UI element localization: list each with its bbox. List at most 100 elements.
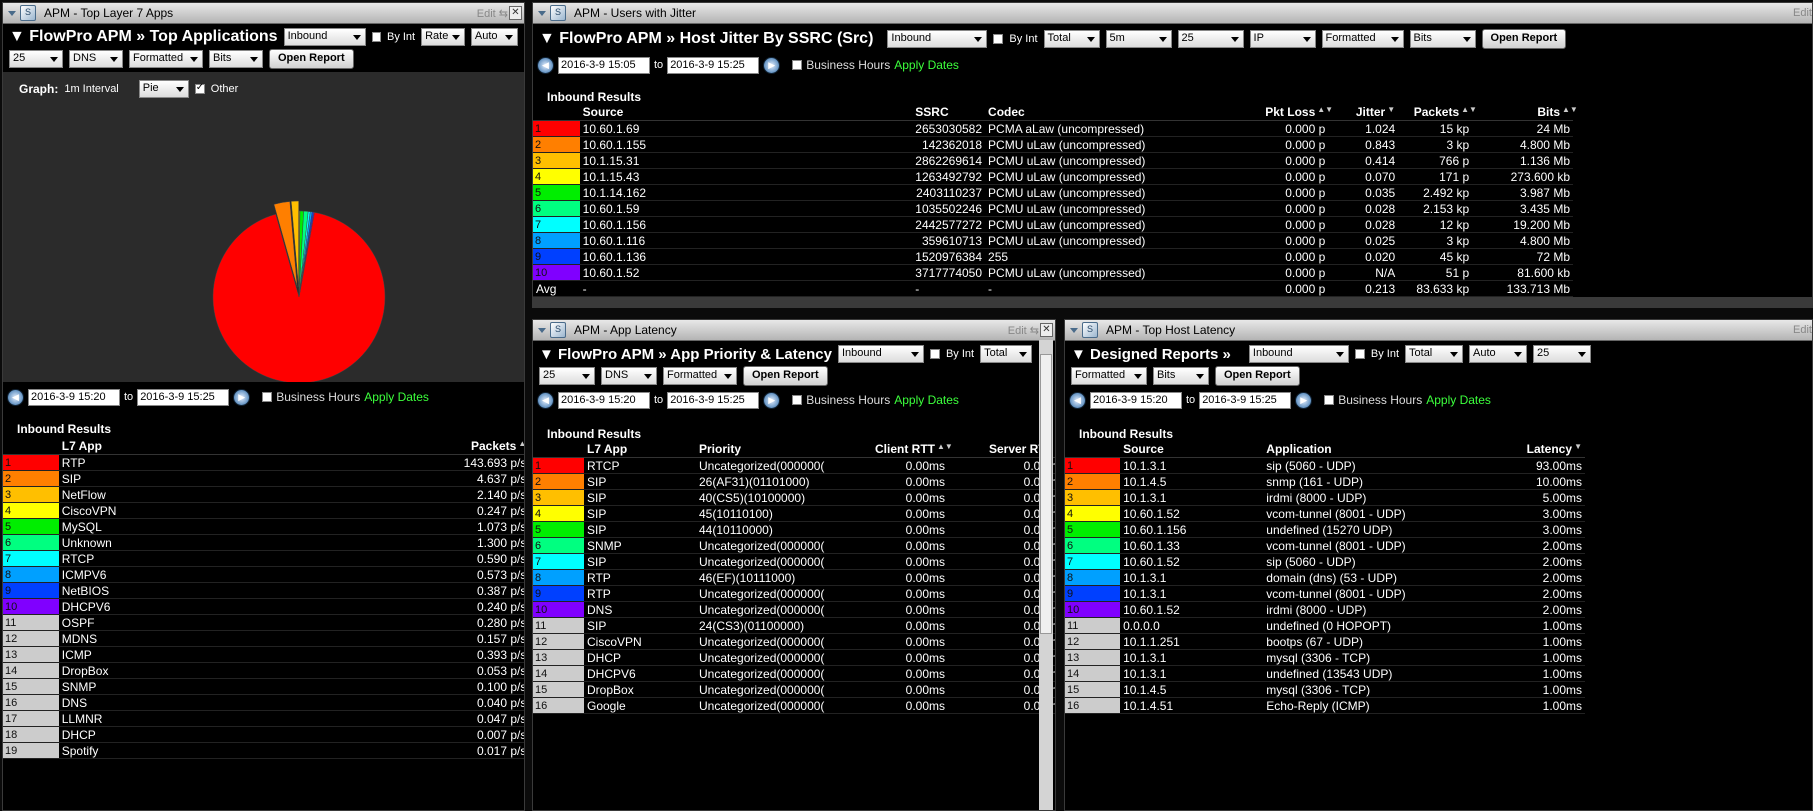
- scrollbar-thumb[interactable]: [1040, 354, 1052, 634]
- dns-select[interactable]: DNS: [69, 50, 123, 68]
- auto-select[interactable]: Auto: [470, 28, 518, 46]
- business-hours-checkbox[interactable]: [1324, 395, 1335, 405]
- collapse-icon[interactable]: [8, 10, 16, 16]
- table-row[interactable]: 19Spotify0.017 p/s2: [3, 742, 524, 759]
- format-select[interactable]: Formatted: [1071, 367, 1147, 385]
- horizontal-scrollbar[interactable]: [533, 297, 1812, 307]
- apply-dates-link[interactable]: Apply Dates: [894, 58, 959, 72]
- date-from-input[interactable]: 2016-3-9 15:20: [28, 388, 120, 406]
- col-pkt-loss[interactable]: Pkt Loss ▲▼: [1245, 104, 1333, 121]
- page-title[interactable]: ▼ FlowPro APM » Host Jitter By SSRC (Src…: [539, 30, 873, 48]
- table-row[interactable]: 9 10.60.1.136 1520976384 255 0.000 p 0.020 45 …: [533, 248, 1573, 265]
- table-row[interactable]: 7 10.60.1.156 2442577272 PCMU uLaw (uncompr…: [533, 216, 1573, 233]
- direction-select[interactable]: Inbound: [1248, 345, 1349, 363]
- total-select[interactable]: Total: [980, 345, 1033, 363]
- table-row[interactable]: 4 10.1.15.43 1263492792 PCMU uLaw (uncompre…: [533, 168, 1573, 185]
- table-row[interactable]: 8RTP46(EF)(10111000)0.00ms0.00ms: [533, 569, 1055, 586]
- table-row[interactable]: 4 10.60.1.52 vcom-tunnel (8001 - UDP) 3.00m…: [1065, 505, 1585, 522]
- sort-desc-icon[interactable]: ▼: [1574, 443, 1582, 454]
- col-jitter[interactable]: Jitter ▼: [1328, 104, 1399, 121]
- table-row[interactable]: 2SIP4.637 p/s2: [3, 470, 524, 487]
- col-l7-app[interactable]: L7 App: [58, 438, 400, 455]
- table-row[interactable]: 10 10.60.1.52 irdmi (8000 - UDP) 2.00ms: [1065, 601, 1585, 618]
- col-ssrc[interactable]: SSRC: [912, 104, 986, 121]
- open-report-button[interactable]: Open Report: [1215, 366, 1300, 386]
- col-source[interactable]: Source: [579, 104, 913, 121]
- sort-desc-icon[interactable]: ▼: [1387, 106, 1395, 117]
- date-from-input[interactable]: 2016-3-9 15:05: [558, 56, 650, 74]
- sort-icon[interactable]: ▲▼: [1055, 445, 1056, 454]
- apply-dates-link[interactable]: Apply Dates: [364, 390, 429, 404]
- table-row[interactable]: 8 10.1.3.1 domain (dns) (53 - UDP) 2.00ms: [1065, 569, 1585, 586]
- table-row[interactable]: 7RTCP0.590 p/s44: [3, 550, 524, 567]
- format-select[interactable]: Formatted: [663, 367, 737, 385]
- table-row[interactable]: 3SIP40(CS5)(10100000)0.00ms0.00ms: [533, 489, 1055, 506]
- col-l7-app[interactable]: L7 App: [584, 441, 696, 458]
- table-row[interactable]: 14 10.1.3.1 undefined (13543 UDP) 1.00ms: [1065, 665, 1585, 682]
- by-int-checkbox[interactable]: [372, 32, 381, 42]
- table-row[interactable]: 3 10.1.3.1 irdmi (8000 - UDP) 5.00ms: [1065, 489, 1585, 506]
- close-icon[interactable]: ✕: [509, 6, 522, 20]
- collapse-icon[interactable]: [538, 327, 546, 333]
- total-select[interactable]: Total: [1043, 30, 1100, 48]
- collapse-icon[interactable]: [538, 10, 546, 16]
- prev-period-icon[interactable]: ◀: [1069, 391, 1086, 409]
- col-application[interactable]: Application: [1263, 441, 1469, 458]
- date-to-input[interactable]: 2016-3-9 15:25: [1199, 391, 1292, 409]
- col-codec[interactable]: Codec: [985, 104, 1246, 121]
- business-hours-checkbox[interactable]: [792, 60, 803, 70]
- table-row[interactable]: 12CiscoVPNUncategorized(000000(0.00ms0.0…: [533, 633, 1055, 650]
- open-report-button[interactable]: Open Report: [1481, 29, 1567, 49]
- page-title[interactable]: ▼ Designed Reports »: [1071, 346, 1231, 363]
- table-row[interactable]: 3NetFlow2.140 p/s1(: [3, 486, 524, 503]
- sort-icon[interactable]: ▲▼: [937, 443, 953, 454]
- edit-link[interactable]: Edit ⇆: [1008, 324, 1039, 337]
- units-select[interactable]: Bits: [1153, 367, 1209, 385]
- col-source[interactable]: Source: [1120, 441, 1264, 458]
- table-row[interactable]: 11SIP24(CS3)(01100000)0.00ms0.00ms: [533, 617, 1055, 634]
- ip-select[interactable]: IP: [1249, 30, 1316, 48]
- count-select[interactable]: 25: [9, 50, 63, 68]
- edit-link[interactable]: Edit: [1793, 7, 1812, 19]
- table-row[interactable]: 14DropBox0.053 p/s5: [3, 662, 524, 679]
- table-row[interactable]: 11 0.0.0.0 undefined (0 HOPOPT) 1.00ms: [1065, 617, 1585, 634]
- sort-icon[interactable]: ▲▼: [1317, 106, 1333, 117]
- date-from-input[interactable]: 2016-3-9 15:20: [1090, 391, 1182, 409]
- table-row[interactable]: 1 10.60.1.69 2653030582 PCMA aLaw (uncompre…: [533, 120, 1573, 137]
- table-row[interactable]: 6 10.60.1.59 1035502246 PCMU uLaw (uncompre…: [533, 200, 1573, 217]
- table-row[interactable]: 13 10.1.3.1 mysql (3306 - TCP) 1.00ms: [1065, 649, 1585, 666]
- by-int-checkbox[interactable]: [993, 34, 1004, 44]
- col-packets[interactable]: Packets▲▼: [400, 438, 524, 455]
- table-row[interactable]: 15 10.1.4.5 mysql (3306 - TCP) 1.00ms: [1065, 681, 1585, 698]
- time-select[interactable]: 5m: [1105, 30, 1172, 48]
- col-client-rtt[interactable]: Client RTT ▲▼: [842, 441, 953, 458]
- sort-icon[interactable]: ▲▼: [1562, 106, 1578, 117]
- table-row[interactable]: 7 10.60.1.52 sip (5060 - UDP) 2.00ms: [1065, 553, 1585, 570]
- table-row[interactable]: 4SIP45(10110100)0.00ms0.00ms: [533, 505, 1055, 522]
- next-period-icon[interactable]: ▶: [1295, 391, 1313, 409]
- window-titlebar[interactable]: S APM - Users with Jitter Edit: [533, 3, 1812, 24]
- table-row[interactable]: 13ICMP0.393 p/s9: [3, 646, 524, 663]
- prev-period-icon[interactable]: ◀: [7, 388, 24, 406]
- col-packets[interactable]: Packets▲▼: [1398, 104, 1477, 121]
- table-row[interactable]: 10 10.60.1.52 3717774050 PCMU uLaw (uncompr…: [533, 264, 1573, 281]
- page-title[interactable]: ▼ FlowPro APM » Top Applications: [9, 28, 278, 46]
- table-row[interactable]: 3 10.1.15.31 2862269614 PCMU uLaw (uncompre…: [533, 152, 1573, 169]
- table-row[interactable]: 4CiscoVPN0.247 p/s1: [3, 502, 524, 519]
- table-row[interactable]: 13DHCPUncategorized(000000(0.00ms0.00ms: [533, 649, 1055, 666]
- table-row[interactable]: 16DNS0.040 p/s2: [3, 694, 524, 711]
- table-row[interactable]: 8ICMPV60.573 p/s33: [3, 566, 524, 583]
- table-row[interactable]: 10DHCPV60.240 p/s2(: [3, 598, 524, 615]
- direction-select[interactable]: Inbound: [283, 28, 367, 46]
- count-select[interactable]: 25: [539, 367, 595, 385]
- table-row[interactable]: 17LLMNR0.047 p/s2: [3, 710, 524, 727]
- units-select[interactable]: Bits: [209, 50, 263, 68]
- next-period-icon[interactable]: ▶: [763, 56, 781, 74]
- prev-period-icon[interactable]: ◀: [537, 56, 554, 74]
- sort-icon[interactable]: ▲▼: [518, 440, 524, 451]
- apply-dates-link[interactable]: Apply Dates: [1426, 393, 1491, 407]
- table-row[interactable]: 2 10.60.1.155 142362018 PCMU uLaw (uncompre…: [533, 136, 1573, 153]
- table-row[interactable]: 2SIP26(AF31)(01101000)0.00ms0.00ms: [533, 473, 1055, 490]
- vertical-scrollbar[interactable]: [1039, 340, 1053, 810]
- table-row[interactable]: 12MDNS0.157 p/s1:: [3, 630, 524, 647]
